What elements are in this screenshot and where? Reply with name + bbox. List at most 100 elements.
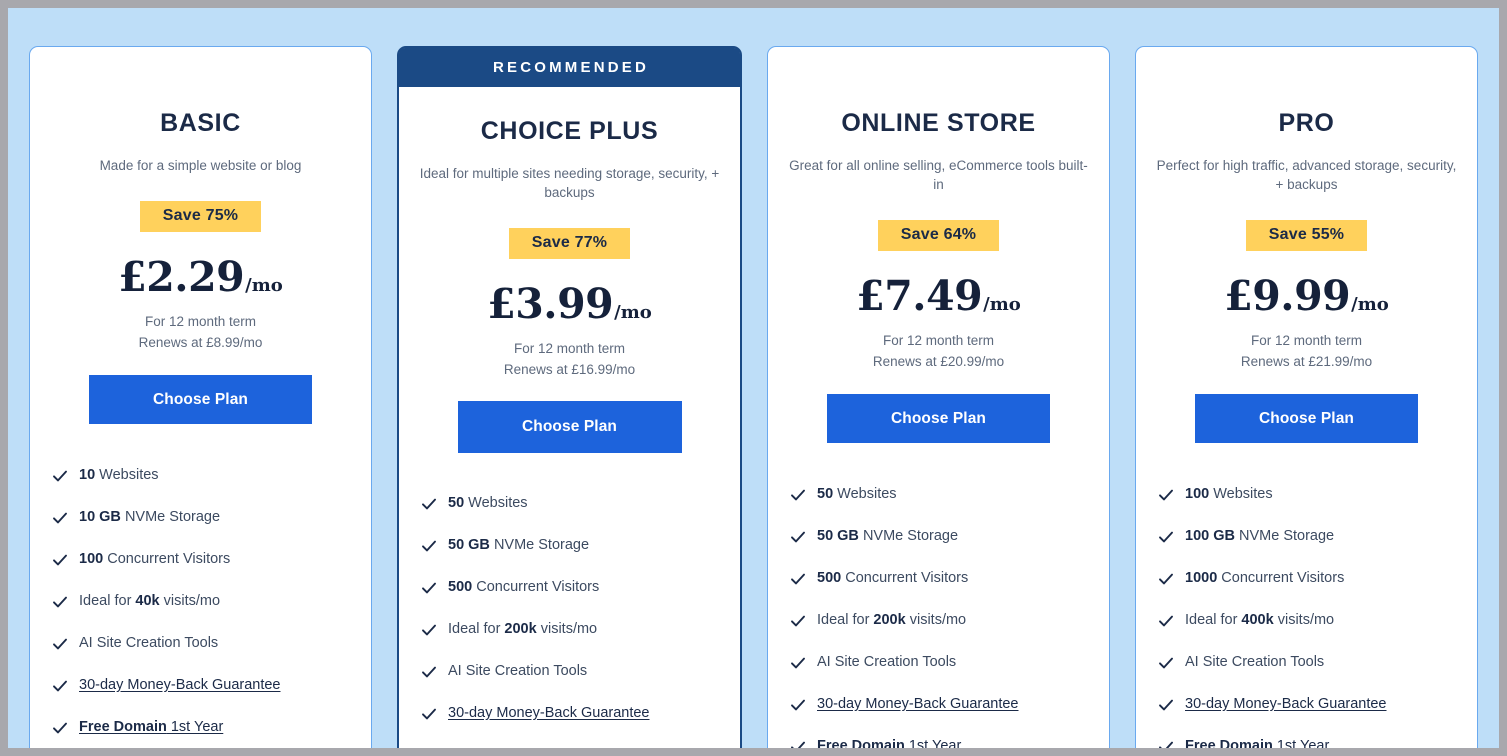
feature-label[interactable]: 30-day Money-Back Guarantee — [448, 703, 650, 724]
choose-plan-button[interactable]: Choose Plan — [827, 394, 1050, 443]
feature-item[interactable]: Free Domain 1st Year — [52, 717, 365, 738]
check-icon — [421, 496, 437, 512]
choose-plan-button[interactable]: Choose Plan — [1195, 394, 1418, 443]
feature-label[interactable]: Free Domain 1st Year — [79, 717, 223, 738]
check-icon — [52, 552, 68, 568]
feature-label: 50 GB NVMe Storage — [448, 537, 590, 553]
feature-label: 10 Websites — [79, 467, 159, 483]
check-icon — [52, 510, 68, 526]
term-info: For 12 month term Renews at £20.99/mo — [873, 330, 1004, 372]
feature-label[interactable]: Free Domain 1st Year — [817, 736, 961, 748]
feature-item[interactable]: 30-day Money-Back Guarantee — [421, 703, 734, 724]
price-amount: £7.49 — [856, 272, 983, 320]
price-row: £3.99/mo — [487, 280, 652, 328]
feature-item: AI Site Creation Tools — [52, 633, 365, 654]
check-icon — [790, 697, 806, 713]
card-body: CHOICE PLUS Ideal for multiple sites need… — [399, 87, 740, 453]
term-length: For 12 month term — [513, 341, 626, 356]
term-length: For 12 month term — [1250, 333, 1363, 348]
term-length: For 12 month term — [882, 333, 995, 348]
plan-title: BASIC — [160, 109, 241, 137]
pricing-card: BASIC Made for a simple website or blog Sa… — [29, 46, 372, 748]
price-row: £9.99/mo — [1224, 272, 1389, 320]
plan-description: Perfect for high traffic, advanced stora… — [1156, 158, 1457, 192]
feature-label[interactable]: 30-day Money-Back Guarantee — [1185, 694, 1387, 715]
feature-item: AI Site Creation Tools — [1158, 652, 1471, 673]
feature-label: AI Site Creation Tools — [79, 635, 219, 651]
renewal-price: Renews at £8.99/mo — [138, 335, 263, 350]
pricing-cards-row: BASIC Made for a simple website or blog Sa… — [8, 8, 1499, 748]
feature-label: AI Site Creation Tools — [448, 663, 588, 679]
feature-label: 500 Concurrent Visitors — [817, 570, 969, 586]
feature-item: Ideal for 200k visits/mo — [421, 619, 734, 640]
feature-label: Ideal for 40k visits/mo — [79, 593, 221, 609]
renewal-price: Renews at £16.99/mo — [503, 362, 636, 377]
feature-item: Ideal for 200k visits/mo — [790, 610, 1103, 631]
check-icon — [421, 580, 437, 596]
feature-item: Ideal for 400k visits/mo — [1158, 610, 1471, 631]
check-icon — [1158, 697, 1174, 713]
feature-item[interactable]: 30-day Money-Back Guarantee — [790, 694, 1103, 715]
feature-list: 100 Websites 100 GB NVMe Storage 1000 Conc… — [1136, 484, 1477, 748]
feature-label[interactable]: 30-day Money-Back Guarantee — [817, 694, 1019, 715]
plan-description: Great for all online selling, eCommerce … — [789, 158, 1088, 192]
check-icon — [790, 571, 806, 587]
feature-label: Ideal for 200k visits/mo — [448, 621, 598, 637]
choose-plan-button[interactable]: Choose Plan — [89, 375, 312, 424]
plan-title: ONLINE STORE — [841, 109, 1036, 137]
renewal-price: Renews at £20.99/mo — [872, 354, 1005, 369]
check-icon — [421, 664, 437, 680]
feature-item: 50 Websites — [421, 493, 734, 514]
term-info: For 12 month term Renews at £16.99/mo — [504, 338, 635, 380]
feature-label: 50 Websites — [817, 486, 897, 502]
feature-label: AI Site Creation Tools — [817, 654, 957, 670]
price-period: /mo — [1351, 294, 1389, 315]
check-icon — [790, 613, 806, 629]
feature-item: 100 Concurrent Visitors — [52, 549, 365, 570]
feature-item: 50 GB NVMe Storage — [790, 526, 1103, 547]
feature-label: 100 Websites — [1185, 486, 1273, 502]
recommended-ribbon: RECOMMENDED — [399, 48, 740, 87]
feature-item: 50 Websites — [790, 484, 1103, 505]
term-info: For 12 month term Renews at £21.99/mo — [1241, 330, 1372, 372]
check-icon — [790, 529, 806, 545]
feature-item[interactable]: Free Domain 1st Year — [1158, 736, 1471, 748]
price-period: /mo — [614, 302, 652, 323]
price-amount: £9.99 — [1224, 272, 1351, 320]
feature-label: 100 GB NVMe Storage — [1185, 528, 1335, 544]
check-icon — [1158, 655, 1174, 671]
feature-item[interactable]: 30-day Money-Back Guarantee — [52, 675, 365, 696]
card-body: PRO Perfect for high traffic, advanced st… — [1136, 47, 1477, 443]
save-badge: Save 75% — [139, 201, 262, 232]
check-icon — [790, 655, 806, 671]
feature-item[interactable]: 30-day Money-Back Guarantee — [1158, 694, 1471, 715]
feature-label[interactable]: Free Domain 1st Year — [448, 745, 592, 748]
feature-item: 500 Concurrent Visitors — [790, 568, 1103, 589]
check-icon — [421, 706, 437, 722]
check-icon — [1158, 571, 1174, 587]
feature-label[interactable]: 30-day Money-Back Guarantee — [79, 675, 281, 696]
check-icon — [790, 487, 806, 503]
feature-label: 50 Websites — [448, 495, 528, 511]
feature-label[interactable]: Free Domain 1st Year — [1185, 736, 1329, 748]
feature-item[interactable]: Free Domain 1st Year — [790, 736, 1103, 748]
feature-label: Ideal for 200k visits/mo — [817, 612, 967, 628]
pricing-page-viewport: BASIC Made for a simple website or blog Sa… — [8, 8, 1499, 748]
feature-label: 100 Concurrent Visitors — [79, 551, 231, 567]
check-icon — [1158, 487, 1174, 503]
price-amount: £2.29 — [118, 253, 245, 301]
feature-label: Ideal for 400k visits/mo — [1185, 612, 1335, 628]
choose-plan-button[interactable]: Choose Plan — [457, 401, 682, 453]
save-badge: Save 77% — [508, 228, 631, 259]
feature-list: 10 Websites 10 GB NVMe Storage 100 Concurr… — [30, 465, 371, 748]
check-icon — [52, 468, 68, 484]
save-badge: Save 55% — [1245, 220, 1368, 251]
check-icon — [1158, 613, 1174, 629]
feature-item[interactable]: Free Domain 1st Year — [421, 745, 734, 748]
check-icon — [52, 594, 68, 610]
plan-title: PRO — [1278, 109, 1335, 137]
feature-list: 50 Websites 50 GB NVMe Storage 500 Concurr… — [399, 493, 740, 748]
term-length: For 12 month term — [144, 314, 257, 329]
check-icon — [790, 739, 806, 748]
renewal-price: Renews at £21.99/mo — [1240, 354, 1373, 369]
